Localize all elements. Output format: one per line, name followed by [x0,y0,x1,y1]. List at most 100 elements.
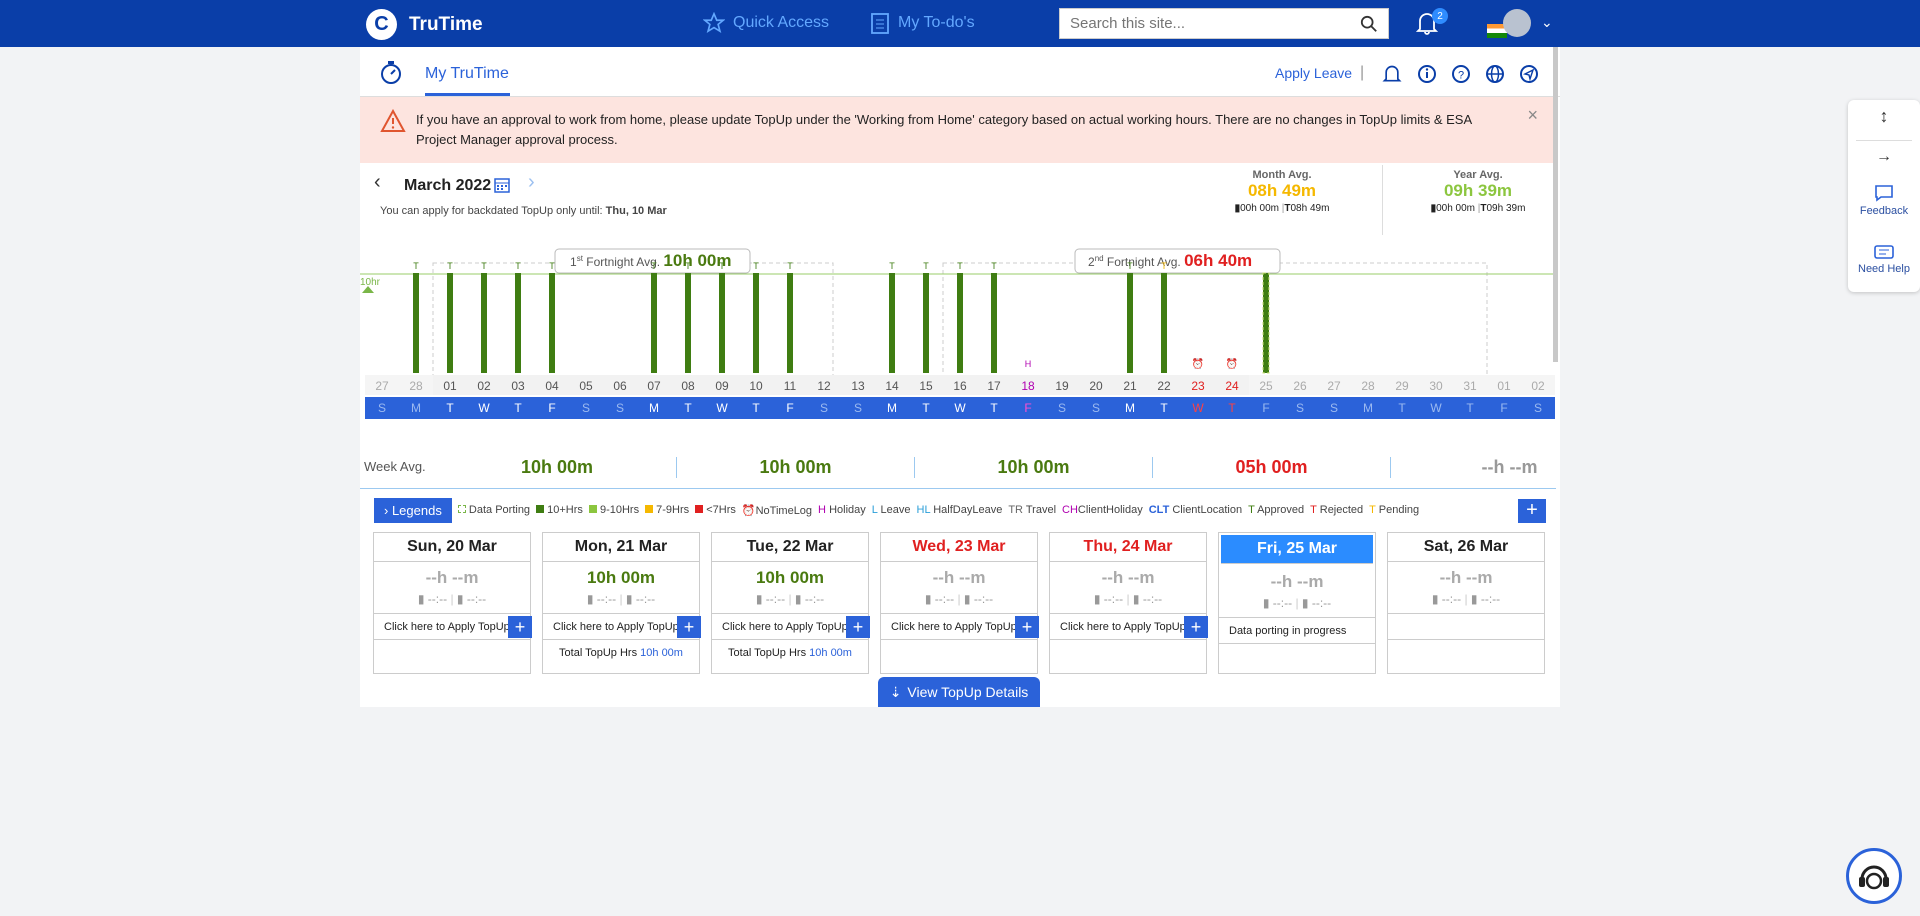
close-icon[interactable]: × [1527,105,1538,125]
bell-icon[interactable] [1382,64,1402,84]
apply-topup-row[interactable]: Click here to Apply TopUp + [374,614,532,640]
date-label-13[interactable]: 13 [851,379,865,393]
date-label-23[interactable]: 23 [1191,379,1205,393]
date-label-22[interactable]: 22 [1157,379,1171,393]
quick-access-link[interactable]: Quick Access [703,12,829,34]
scrollbar[interactable] [1553,47,1558,362]
help-icon[interactable]: ? [1451,64,1471,84]
bar-22[interactable] [1161,273,1167,373]
date-label-01[interactable]: 01 [443,379,457,393]
date-label-24[interactable]: 24 [1225,379,1239,393]
bar-03[interactable] [515,273,521,373]
date-label-28[interactable]: 28 [1361,379,1375,393]
todos-link[interactable]: My To-do's [870,12,975,34]
day-card[interactable]: Sat, 26 Mar --h --m ▮ --:-- | ▮ --:-- [1387,532,1545,674]
apply-topup-row[interactable]: Click here to Apply TopUp + [1050,614,1208,640]
search-icon[interactable] [1360,15,1378,33]
bar-01[interactable] [447,273,453,373]
view-topup-details-button[interactable]: ⇣ View TopUp Details [878,677,1040,707]
bar-08[interactable] [685,273,691,373]
user-avatar[interactable] [1503,9,1531,37]
info-icon[interactable] [1417,64,1437,84]
bar-11[interactable] [787,273,793,373]
chevron-left-icon[interactable]: ‹ [374,171,381,194]
bar-02[interactable] [481,273,487,373]
date-label-27[interactable]: 27 [1327,379,1341,393]
day-total-value: --h --m [932,568,986,587]
day-card[interactable]: Wed, 23 Mar --h --m ▮ --:-- | ▮ --:-- Click… [880,532,1039,674]
apply-leave-link[interactable]: Apply Leave [1275,65,1352,81]
date-label-02[interactable]: 02 [1531,379,1545,393]
date-label-28[interactable]: 28 [409,379,423,393]
bar-28[interactable] [413,273,419,373]
date-label-29[interactable]: 29 [1395,379,1409,393]
date-label-30[interactable]: 30 [1429,379,1443,393]
expand-vertical-icon[interactable]: ↕ [1848,106,1920,127]
add-topup-button[interactable]: + [1184,616,1208,638]
chevron-right-icon[interactable]: › [528,171,535,194]
apply-topup-row[interactable]: Click here to Apply TopUp + [881,614,1039,640]
bar-09[interactable] [719,273,725,373]
add-topup-button[interactable]: + [1015,616,1039,638]
tab-my-trutime[interactable]: My TruTime [425,65,510,96]
date-label-25[interactable]: 25 [1259,379,1273,393]
date-label-19[interactable]: 19 [1055,379,1069,393]
bar-25[interactable] [1263,273,1269,373]
day-card[interactable]: Sun, 20 Mar --h --m ▮ --:-- | ▮ --:-- Click… [373,532,532,674]
date-label-06[interactable]: 06 [613,379,627,393]
support-chat-button[interactable] [1846,848,1902,904]
date-label-16[interactable]: 16 [953,379,967,393]
search-input[interactable] [1070,15,1360,32]
door-out-icon: ▮ [625,592,633,606]
brand[interactable]: C TruTime [366,9,483,40]
date-label-07[interactable]: 07 [647,379,661,393]
chevron-down-icon[interactable]: ⌄ [1541,14,1553,31]
bar-21[interactable] [1127,273,1133,373]
date-label-03[interactable]: 03 [511,379,525,393]
day-card[interactable]: Mon, 21 Mar 10h 00m ▮ --:-- | ▮ --:-- Click… [542,532,701,674]
bar-04[interactable] [549,273,555,373]
day-card[interactable]: Thu, 24 Mar --h --m ▮ --:-- | ▮ --:-- Click… [1049,532,1208,674]
date-label-02[interactable]: 02 [477,379,491,393]
calendar-icon[interactable] [494,177,510,193]
need-help-button[interactable]: Need Help [1848,244,1920,275]
globe-icon[interactable] [1485,64,1505,84]
date-label-15[interactable]: 15 [919,379,933,393]
send-icon[interactable] [1519,64,1539,84]
date-label-27[interactable]: 27 [375,379,389,393]
add-topup-button[interactable]: + [677,616,701,638]
feedback-button[interactable]: Feedback [1848,184,1920,217]
bar-14[interactable] [889,273,895,373]
date-label-31[interactable]: 31 [1463,379,1477,393]
add-topup-button[interactable]: + [846,616,870,638]
date-label-05[interactable]: 05 [579,379,593,393]
bar-16[interactable] [957,273,963,373]
day-card[interactable]: Tue, 22 Mar 10h 00m ▮ --:-- | ▮ --:-- Click… [711,532,870,674]
legends-button[interactable]: › Legends [374,497,452,523]
add-button[interactable]: + [1518,499,1546,523]
apply-topup-row[interactable]: Click here to Apply TopUp + [543,614,701,640]
bar-17[interactable] [991,273,997,373]
bar-07[interactable] [651,273,657,373]
date-label-14[interactable]: 14 [885,379,899,393]
bar-15[interactable] [923,273,929,373]
apply-topup-row[interactable]: Data porting in progress [1219,618,1375,644]
date-label-21[interactable]: 21 [1123,379,1137,393]
date-label-01[interactable]: 01 [1497,379,1511,393]
apply-topup-row[interactable]: Click here to Apply TopUp + [712,614,870,640]
date-label-08[interactable]: 08 [681,379,695,393]
date-label-17[interactable]: 17 [987,379,1001,393]
date-label-12[interactable]: 12 [817,379,831,393]
date-label-04[interactable]: 04 [545,379,559,393]
date-label-10[interactable]: 10 [749,379,763,393]
arrow-right-icon[interactable]: → [1848,148,1920,166]
day-card[interactable]: Fri, 25 Mar --h --m ▮ --:-- | ▮ --:-- Data … [1218,532,1376,674]
fortnight-1-box [432,262,834,394]
date-label-20[interactable]: 20 [1089,379,1103,393]
date-label-11[interactable]: 11 [784,379,797,393]
add-topup-button[interactable]: + [508,616,532,638]
date-label-09[interactable]: 09 [715,379,729,393]
date-label-26[interactable]: 26 [1293,379,1307,393]
bar-10[interactable] [753,273,759,373]
date-label-18[interactable]: 18 [1021,379,1035,393]
